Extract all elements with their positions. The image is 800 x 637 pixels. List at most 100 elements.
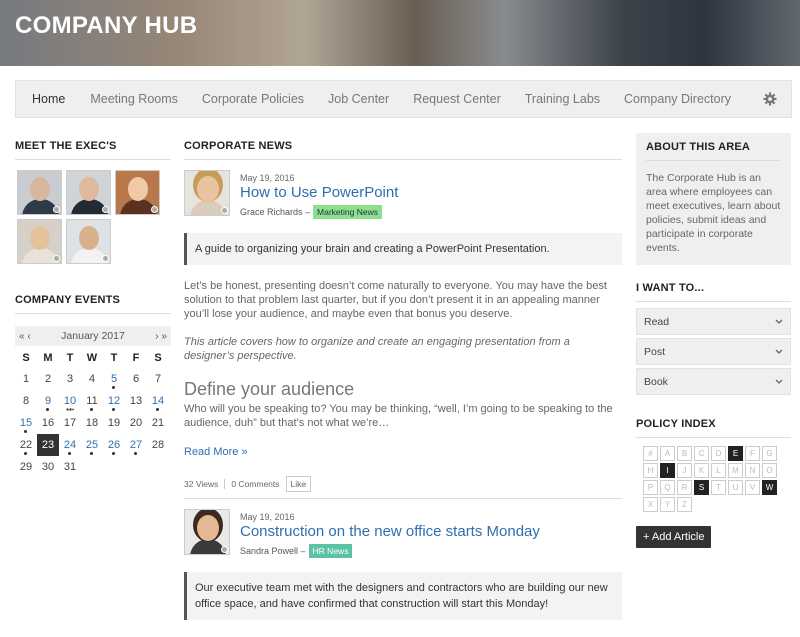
chevron-down-icon xyxy=(775,319,783,324)
site-title[interactable]: COMPANY HUB xyxy=(15,12,197,40)
calendar-day[interactable]: 14 xyxy=(147,390,169,412)
read-dropdown[interactable]: Read xyxy=(636,308,791,335)
calendar-day[interactable]: 29 xyxy=(15,456,37,478)
comment-count[interactable]: 0 Comments xyxy=(224,479,285,489)
post-title-link[interactable]: How to Use PowerPoint xyxy=(240,184,398,201)
nav-item-request-center[interactable]: Request Center xyxy=(401,92,513,106)
post-author[interactable]: Grace Richards – xyxy=(240,207,310,217)
policy-letter[interactable]: I xyxy=(660,463,675,478)
calendar-day[interactable]: 19 xyxy=(103,412,125,434)
policy-letter[interactable]: W xyxy=(762,480,777,495)
author-avatar[interactable] xyxy=(184,509,230,555)
policy-letter[interactable]: G xyxy=(762,446,777,461)
calendar-day[interactable]: 20 xyxy=(125,412,147,434)
policy-letter[interactable]: Y xyxy=(660,497,675,512)
policy-letter[interactable]: H xyxy=(643,463,658,478)
calendar-day[interactable]: 15 xyxy=(15,412,37,434)
calendar-day[interactable]: 21 xyxy=(147,412,169,434)
calendar-day[interactable]: 27 xyxy=(125,434,147,456)
calendar-day[interactable]: 11 xyxy=(81,390,103,412)
policy-letter[interactable]: C xyxy=(694,446,709,461)
next-month-button[interactable]: › xyxy=(155,331,158,342)
category-tag[interactable]: Marketing News xyxy=(313,205,382,219)
calendar-day[interactable]: 2 xyxy=(37,368,59,390)
policy-letter[interactable]: E xyxy=(728,446,743,461)
calendar-day[interactable]: 25 xyxy=(81,434,103,456)
policy-letter[interactable]: X xyxy=(643,497,658,512)
calendar-day[interactable]: 30 xyxy=(37,456,59,478)
calendar-day-today[interactable]: 23 xyxy=(37,434,59,456)
exec-avatar[interactable] xyxy=(115,170,160,215)
author-avatar[interactable] xyxy=(184,170,230,216)
gear-icon[interactable] xyxy=(763,92,777,106)
policy-letter[interactable]: R xyxy=(677,480,692,495)
post-dropdown[interactable]: Post xyxy=(636,338,791,365)
calendar-day[interactable]: 22 xyxy=(15,434,37,456)
calendar-day[interactable]: 6 xyxy=(125,368,147,390)
post-paragraph-italic: This article covers how to organize and … xyxy=(184,336,570,362)
policy-letter-index: # A B C D E F G H I J K L M N O P Q R S T U V W X Y Z xyxy=(636,446,791,512)
calendar-day[interactable]: 26 xyxy=(103,434,125,456)
policy-letter[interactable]: M xyxy=(728,463,743,478)
nav-item-meeting-rooms[interactable]: Meeting Rooms xyxy=(78,92,190,106)
calendar-day[interactable]: 18 xyxy=(81,412,103,434)
category-tag[interactable]: HR News xyxy=(308,544,353,558)
post-title-link[interactable]: Construction on the new office starts Mo… xyxy=(240,523,540,540)
exec-avatar[interactable] xyxy=(66,170,111,215)
policy-letter[interactable]: B xyxy=(677,446,692,461)
policy-letter[interactable]: J xyxy=(677,463,692,478)
policy-letter[interactable]: U xyxy=(728,480,743,495)
calendar-month: January 2017 xyxy=(61,330,125,342)
calendar-day[interactable]: 17 xyxy=(59,412,81,434)
book-dropdown[interactable]: Book xyxy=(636,368,791,395)
exec-avatar[interactable] xyxy=(66,219,111,264)
policy-letter[interactable]: A xyxy=(660,446,675,461)
calendar-day[interactable]: 3 xyxy=(59,368,81,390)
policy-letter[interactable]: T xyxy=(711,480,726,495)
policy-letter[interactable]: D xyxy=(711,446,726,461)
prev-year-button[interactable]: « xyxy=(19,331,25,342)
calendar-day[interactable]: 28 xyxy=(147,434,169,456)
top-nav: Home Meeting Rooms Corporate Policies Jo… xyxy=(15,80,792,118)
policy-letter[interactable]: V xyxy=(745,480,760,495)
nav-item-company-directory[interactable]: Company Directory xyxy=(612,92,743,106)
policy-letter[interactable]: L xyxy=(711,463,726,478)
nav-item-job-center[interactable]: Job Center xyxy=(316,92,401,106)
policy-letter[interactable]: Q xyxy=(660,480,675,495)
chevron-down-icon xyxy=(775,379,783,384)
calendar-day[interactable]: 13 xyxy=(125,390,147,412)
policy-letter[interactable]: O xyxy=(762,463,777,478)
policy-letter[interactable]: S xyxy=(694,480,709,495)
policy-letter[interactable]: K xyxy=(694,463,709,478)
policy-letter[interactable]: N xyxy=(745,463,760,478)
nav-item-home[interactable]: Home xyxy=(16,92,78,106)
calendar-day[interactable]: 8 xyxy=(15,390,37,412)
calendar-day[interactable]: 31 xyxy=(59,456,81,478)
calendar-day[interactable]: 12 xyxy=(103,390,125,412)
policy-letter[interactable]: F xyxy=(745,446,760,461)
calendar-day[interactable]: 4 xyxy=(81,368,103,390)
calendar-day[interactable]: 16 xyxy=(37,412,59,434)
events-calendar: « ‹ January 2017 › » S M T W T F S 1 2 3… xyxy=(15,326,171,478)
policy-letter[interactable]: Z xyxy=(677,497,692,512)
calendar-day[interactable]: 7 xyxy=(147,368,169,390)
calendar-day[interactable]: 9 xyxy=(37,390,59,412)
calendar-day[interactable]: 1 xyxy=(15,368,37,390)
exec-avatar[interactable] xyxy=(17,170,62,215)
policy-letter[interactable]: # xyxy=(643,446,658,461)
add-article-button[interactable]: + Add Article xyxy=(636,526,712,548)
calendar-day[interactable]: 10 xyxy=(59,390,81,412)
calendar-day[interactable]: 5 xyxy=(103,368,125,390)
post-subheading: Define your audience xyxy=(184,379,355,399)
policy-letter[interactable]: P xyxy=(643,480,658,495)
read-more-link[interactable]: Read More » xyxy=(184,446,622,458)
nav-item-corporate-policies[interactable]: Corporate Policies xyxy=(190,92,316,106)
nav-item-training-labs[interactable]: Training Labs xyxy=(513,92,612,106)
calendar-day[interactable]: 24 xyxy=(59,434,81,456)
exec-avatar[interactable] xyxy=(17,219,62,264)
prev-month-button[interactable]: ‹ xyxy=(27,331,30,342)
next-year-button[interactable]: » xyxy=(161,331,167,342)
news-heading: CORPORATE NEWS xyxy=(184,140,622,160)
post-author[interactable]: Sandra Powell – xyxy=(240,546,306,556)
like-button[interactable]: Like xyxy=(285,476,312,492)
